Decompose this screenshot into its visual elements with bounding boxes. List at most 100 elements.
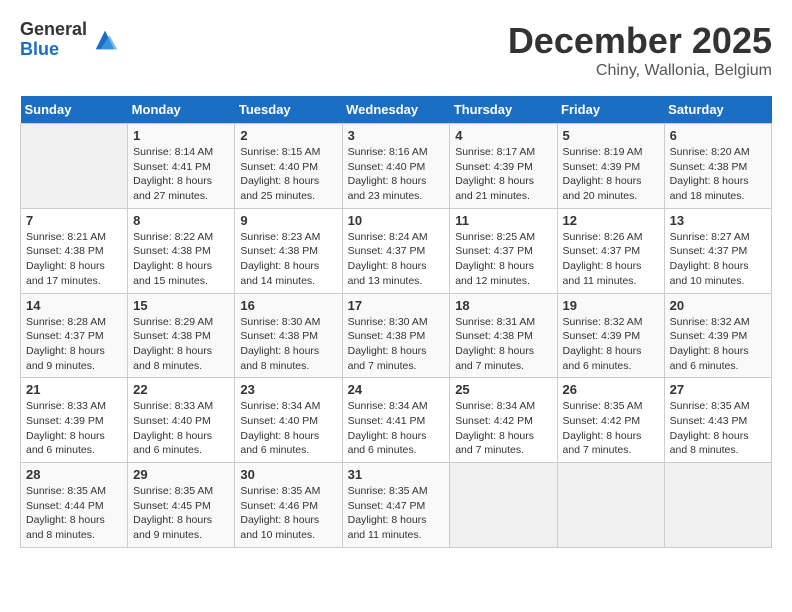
- day-info: Sunrise: 8:17 AMSunset: 4:39 PMDaylight:…: [455, 145, 551, 204]
- day-number: 30: [240, 467, 336, 482]
- day-number: 28: [26, 467, 122, 482]
- day-info: Sunrise: 8:29 AMSunset: 4:38 PMDaylight:…: [133, 315, 229, 374]
- day-info: Sunrise: 8:20 AMSunset: 4:38 PMDaylight:…: [670, 145, 766, 204]
- day-info: Sunrise: 8:34 AMSunset: 4:41 PMDaylight:…: [348, 399, 445, 458]
- logo-blue-text: Blue: [20, 40, 87, 60]
- day-number: 31: [348, 467, 445, 482]
- day-number: 4: [455, 128, 551, 143]
- day-cell: 22 Sunrise: 8:33 AMSunset: 4:40 PMDayligh…: [128, 378, 235, 463]
- week-row-1: 1 Sunrise: 8:14 AMSunset: 4:41 PMDaylight…: [21, 124, 772, 209]
- page-header: General Blue December 2025 Chiny, Wallon…: [20, 20, 772, 80]
- day-number: 26: [563, 382, 659, 397]
- day-cell: 1 Sunrise: 8:14 AMSunset: 4:41 PMDaylight…: [128, 124, 235, 209]
- header-cell-saturday: Saturday: [664, 96, 771, 124]
- day-number: 17: [348, 298, 445, 313]
- day-number: 25: [455, 382, 551, 397]
- day-cell: 9Sunrise: 8:23 AMSunset: 4:38 PMDaylight…: [235, 208, 342, 293]
- day-cell: 24 Sunrise: 8:34 AMSunset: 4:41 PMDayligh…: [342, 378, 450, 463]
- day-cell: 5 Sunrise: 8:19 AMSunset: 4:39 PMDaylight…: [557, 124, 664, 209]
- day-info: Sunrise: 8:35 AMSunset: 4:45 PMDaylight:…: [133, 484, 229, 543]
- day-cell: 12 Sunrise: 8:26 AMSunset: 4:37 PMDayligh…: [557, 208, 664, 293]
- day-number: 22: [133, 382, 229, 397]
- day-cell: 3Sunrise: 8:16 AMSunset: 4:40 PMDaylight…: [342, 124, 450, 209]
- day-cell: 15 Sunrise: 8:29 AMSunset: 4:38 PMDayligh…: [128, 293, 235, 378]
- header-cell-monday: Monday: [128, 96, 235, 124]
- day-cell: 4 Sunrise: 8:17 AMSunset: 4:39 PMDaylight…: [450, 124, 557, 209]
- day-cell: 19Sunrise: 8:32 AMSunset: 4:39 PMDayligh…: [557, 293, 664, 378]
- week-row-5: 28Sunrise: 8:35 AMSunset: 4:44 PMDayligh…: [21, 463, 772, 548]
- day-cell: 21Sunrise: 8:33 AMSunset: 4:39 PMDayligh…: [21, 378, 128, 463]
- header-row: SundayMondayTuesdayWednesdayThursdayFrid…: [21, 96, 772, 124]
- day-number: 1: [133, 128, 229, 143]
- day-cell: 26 Sunrise: 8:35 AMSunset: 4:42 PMDayligh…: [557, 378, 664, 463]
- day-cell: 11 Sunrise: 8:25 AMSunset: 4:37 PMDayligh…: [450, 208, 557, 293]
- day-info: Sunrise: 8:22 AMSunset: 4:38 PMDaylight:…: [133, 230, 229, 289]
- day-cell: [450, 463, 557, 548]
- calendar-table: SundayMondayTuesdayWednesdayThursdayFrid…: [20, 96, 772, 548]
- day-cell: 20Sunrise: 8:32 AMSunset: 4:39 PMDayligh…: [664, 293, 771, 378]
- day-number: 23: [240, 382, 336, 397]
- week-row-3: 14 Sunrise: 8:28 AMSunset: 4:37 PMDayligh…: [21, 293, 772, 378]
- day-info: Sunrise: 8:35 AMSunset: 4:42 PMDaylight:…: [563, 399, 659, 458]
- day-info: Sunrise: 8:31 AMSunset: 4:38 PMDaylight:…: [455, 315, 551, 374]
- title-block: December 2025 Chiny, Wallonia, Belgium: [508, 20, 772, 80]
- day-info: Sunrise: 8:33 AMSunset: 4:40 PMDaylight:…: [133, 399, 229, 458]
- day-cell: 6 Sunrise: 8:20 AMSunset: 4:38 PMDaylight…: [664, 124, 771, 209]
- day-number: 27: [670, 382, 766, 397]
- logo-general-text: General: [20, 20, 87, 40]
- day-cell: 27 Sunrise: 8:35 AMSunset: 4:43 PMDayligh…: [664, 378, 771, 463]
- day-info: Sunrise: 8:26 AMSunset: 4:37 PMDaylight:…: [563, 230, 659, 289]
- day-cell: [664, 463, 771, 548]
- day-cell: 13 Sunrise: 8:27 AMSunset: 4:37 PMDayligh…: [664, 208, 771, 293]
- day-info: Sunrise: 8:34 AMSunset: 4:42 PMDaylight:…: [455, 399, 551, 458]
- day-info: Sunrise: 8:19 AMSunset: 4:39 PMDaylight:…: [563, 145, 659, 204]
- day-number: 14: [26, 298, 122, 313]
- day-number: 6: [670, 128, 766, 143]
- day-info: Sunrise: 8:35 AMSunset: 4:43 PMDaylight:…: [670, 399, 766, 458]
- day-number: 15: [133, 298, 229, 313]
- day-cell: 8 Sunrise: 8:22 AMSunset: 4:38 PMDaylight…: [128, 208, 235, 293]
- week-row-2: 7Sunrise: 8:21 AMSunset: 4:38 PMDaylight…: [21, 208, 772, 293]
- day-number: 3: [348, 128, 445, 143]
- day-cell: 30 Sunrise: 8:35 AMSunset: 4:46 PMDayligh…: [235, 463, 342, 548]
- week-row-4: 21Sunrise: 8:33 AMSunset: 4:39 PMDayligh…: [21, 378, 772, 463]
- day-number: 29: [133, 467, 229, 482]
- day-number: 9: [240, 213, 336, 228]
- day-info: Sunrise: 8:21 AMSunset: 4:38 PMDaylight:…: [26, 230, 122, 289]
- day-cell: 31Sunrise: 8:35 AMSunset: 4:47 PMDayligh…: [342, 463, 450, 548]
- day-cell: 14 Sunrise: 8:28 AMSunset: 4:37 PMDayligh…: [21, 293, 128, 378]
- day-number: 2: [240, 128, 336, 143]
- logo: General Blue: [20, 20, 119, 60]
- day-cell: 23 Sunrise: 8:34 AMSunset: 4:40 PMDayligh…: [235, 378, 342, 463]
- day-number: 16: [240, 298, 336, 313]
- subtitle: Chiny, Wallonia, Belgium: [508, 62, 772, 80]
- day-cell: 25 Sunrise: 8:34 AMSunset: 4:42 PMDayligh…: [450, 378, 557, 463]
- day-info: Sunrise: 8:28 AMSunset: 4:37 PMDaylight:…: [26, 315, 122, 374]
- day-number: 5: [563, 128, 659, 143]
- day-cell: 16 Sunrise: 8:30 AMSunset: 4:38 PMDayligh…: [235, 293, 342, 378]
- day-cell: 10 Sunrise: 8:24 AMSunset: 4:37 PMDayligh…: [342, 208, 450, 293]
- day-info: Sunrise: 8:30 AMSunset: 4:38 PMDaylight:…: [240, 315, 336, 374]
- day-cell: 29 Sunrise: 8:35 AMSunset: 4:45 PMDayligh…: [128, 463, 235, 548]
- day-cell: 17Sunrise: 8:30 AMSunset: 4:38 PMDayligh…: [342, 293, 450, 378]
- day-info: Sunrise: 8:27 AMSunset: 4:37 PMDaylight:…: [670, 230, 766, 289]
- day-cell: 28Sunrise: 8:35 AMSunset: 4:44 PMDayligh…: [21, 463, 128, 548]
- day-info: Sunrise: 8:24 AMSunset: 4:37 PMDaylight:…: [348, 230, 445, 289]
- day-info: Sunrise: 8:34 AMSunset: 4:40 PMDaylight:…: [240, 399, 336, 458]
- day-info: Sunrise: 8:25 AMSunset: 4:37 PMDaylight:…: [455, 230, 551, 289]
- day-number: 19: [563, 298, 659, 313]
- day-info: Sunrise: 8:14 AMSunset: 4:41 PMDaylight:…: [133, 145, 229, 204]
- day-info: Sunrise: 8:35 AMSunset: 4:46 PMDaylight:…: [240, 484, 336, 543]
- day-number: 11: [455, 213, 551, 228]
- day-cell: [21, 124, 128, 209]
- header-cell-wednesday: Wednesday: [342, 96, 450, 124]
- day-number: 10: [348, 213, 445, 228]
- day-number: 8: [133, 213, 229, 228]
- day-number: 12: [563, 213, 659, 228]
- day-number: 24: [348, 382, 445, 397]
- header-cell-sunday: Sunday: [21, 96, 128, 124]
- day-cell: 7Sunrise: 8:21 AMSunset: 4:38 PMDaylight…: [21, 208, 128, 293]
- header-cell-thursday: Thursday: [450, 96, 557, 124]
- day-number: 13: [670, 213, 766, 228]
- logo-icon: [91, 26, 119, 54]
